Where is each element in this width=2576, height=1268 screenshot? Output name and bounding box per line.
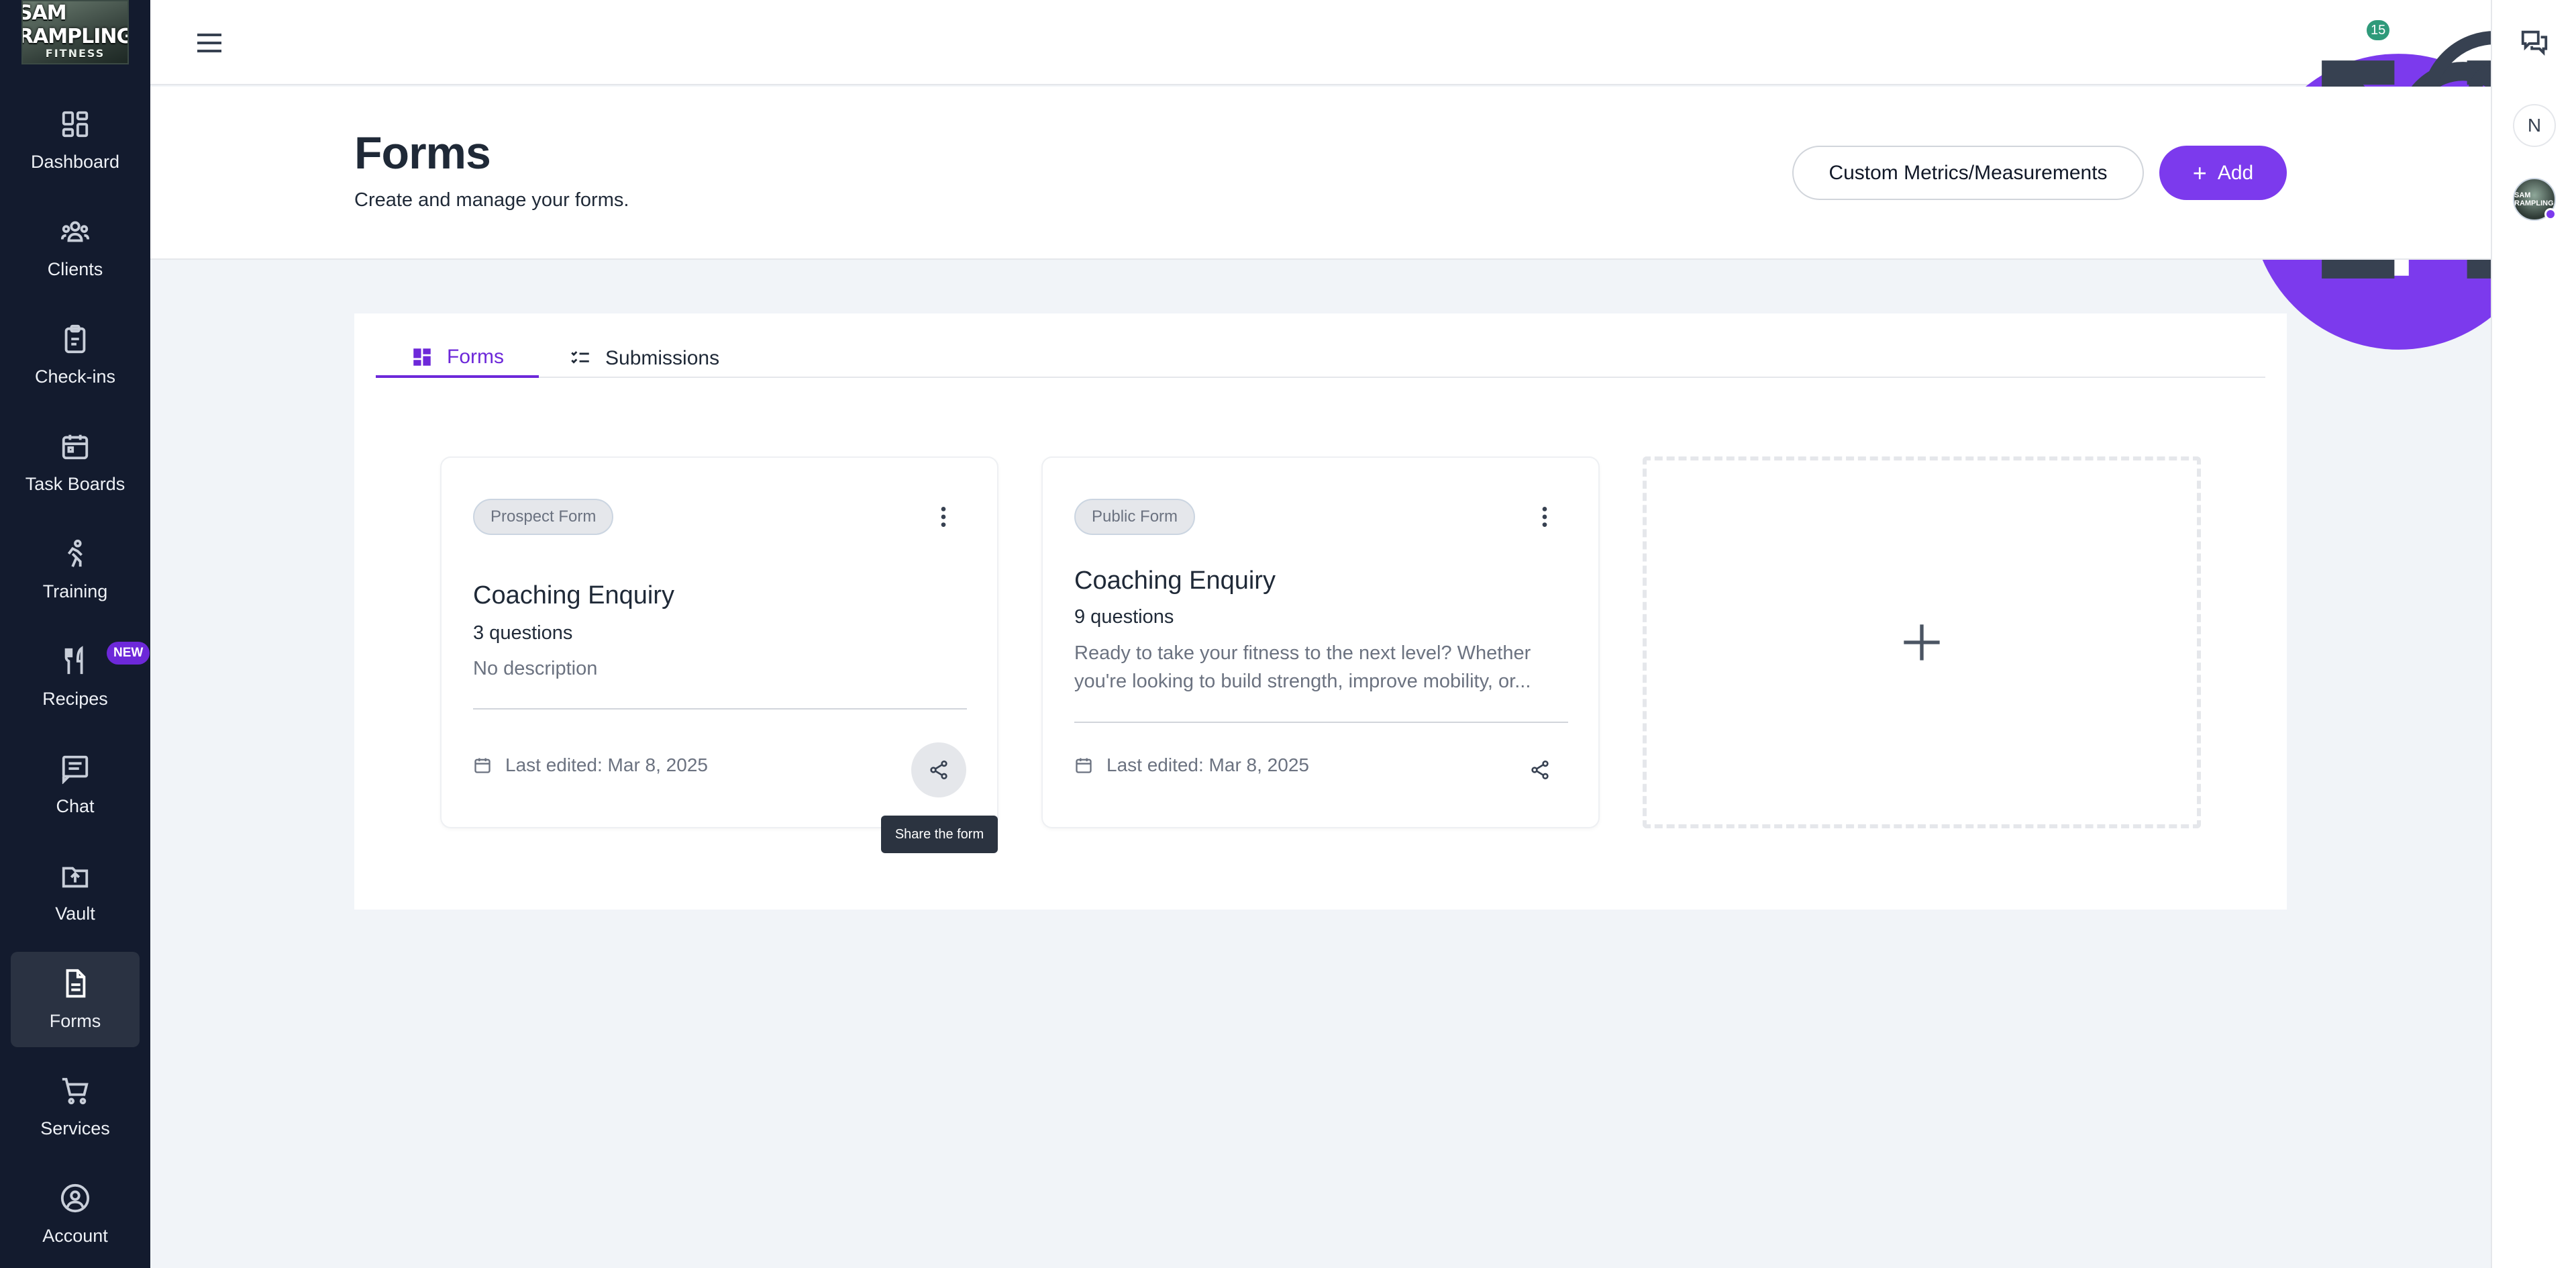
form-last-edited: Last edited: Mar 8, 2025 — [1074, 754, 1309, 776]
forms-panel: Forms Submissions Prospect Form Coaching… — [354, 313, 2287, 910]
more-options-icon[interactable] — [930, 503, 957, 530]
form-type-badge: Prospect Form — [473, 499, 614, 535]
form-title: Coaching Enquiry — [473, 581, 674, 609]
sidebar-item-dashboard[interactable]: Dashboard — [11, 93, 140, 188]
more-options-icon[interactable] — [1531, 503, 1558, 530]
logo-subtext: FITNESS — [45, 47, 105, 60]
form-title: Coaching Enquiry — [1074, 567, 1276, 595]
notification-count-badge: 15 — [2365, 19, 2391, 42]
share-icon — [1531, 761, 1549, 779]
sidebar-item-clients[interactable]: Clients — [11, 200, 140, 295]
sidebar-item-chat[interactable]: Chat — [11, 737, 140, 832]
sidebar-item-services[interactable]: Services — [11, 1059, 140, 1155]
new-badge: NEW — [107, 642, 150, 665]
checklist-icon — [571, 351, 589, 364]
sidebar-item-label: Recipes — [42, 688, 108, 709]
custom-metrics-button[interactable]: Custom Metrics/Measurements — [1792, 146, 2144, 200]
calendar-edit-icon — [1076, 758, 1092, 773]
share-icon — [930, 761, 947, 779]
form-card[interactable]: Public Form Coaching Enquiry 9 questions… — [1041, 456, 1600, 828]
sidebar-item-label: Check-ins — [34, 366, 116, 387]
sidebar-item-training[interactable]: Training — [11, 522, 140, 618]
page-title: Forms — [354, 128, 491, 179]
clipboard-icon — [64, 324, 86, 353]
logo-text: SAM RAMPLING — [21, 1, 129, 48]
online-status-dot — [2544, 208, 2557, 220]
add-button-label: Add — [2217, 161, 2254, 184]
hamburger-menu-icon[interactable] — [193, 27, 225, 59]
form-question-count: 9 questions — [1074, 606, 1174, 628]
sidebar-item-label: Training — [42, 581, 108, 601]
tab-bar: Forms Submissions — [376, 339, 2265, 378]
calendar-edit-icon — [474, 758, 491, 773]
sidebar: SAM RAMPLING FITNESS ● ● ● ● Dashboard C… — [0, 0, 150, 1268]
last-edited-text: Last edited: Mar 8, 2025 — [505, 754, 708, 775]
page-header: Forms Create and manage your forms. Cust… — [150, 87, 2491, 260]
plus-icon — [1904, 624, 1940, 661]
sidebar-item-label: Forms — [49, 1010, 101, 1031]
app-logo[interactable]: SAM RAMPLING FITNESS ● ● ● ● — [21, 0, 129, 64]
tab-forms-label: Forms — [447, 346, 504, 368]
sidebar-item-label: Services — [40, 1118, 110, 1138]
sidebar-item-label: Account — [42, 1225, 108, 1246]
sidebar-item-label: Dashboard — [30, 151, 120, 172]
message-icon — [62, 755, 89, 784]
sidebar-item-forms[interactable]: Forms — [11, 952, 140, 1047]
folder-upload-icon — [62, 867, 89, 887]
sidebar-item-recipes[interactable]: Recipes NEW — [11, 630, 150, 725]
sidebar-item-vault[interactable]: Vault — [11, 844, 140, 940]
grid-layout-icon — [413, 348, 431, 366]
form-last-edited: Last edited: Mar 8, 2025 — [473, 754, 708, 776]
share-button[interactable] — [911, 742, 966, 797]
card-divider — [1074, 722, 1568, 723]
tab-submissions[interactable]: Submissions — [534, 339, 754, 378]
form-description: Ready to take your fitness to the next l… — [1074, 642, 1531, 692]
sidebar-item-check-ins[interactable]: Check-ins — [11, 307, 140, 403]
sidebar-item-account[interactable]: Account — [11, 1167, 140, 1262]
utensils-icon — [64, 645, 83, 674]
chat-bubbles-icon[interactable] — [2519, 27, 2550, 58]
sidebar-item-label: Chat — [56, 795, 95, 816]
last-edited-text: Last edited: Mar 8, 2025 — [1106, 754, 1309, 775]
tab-submissions-label: Submissions — [605, 347, 720, 369]
right-rail: N SAM RAMPLING — [2491, 0, 2576, 1268]
share-button[interactable] — [1512, 742, 1567, 797]
form-question-count: 3 questions — [473, 622, 573, 644]
form-type-badge: Public Form — [1074, 499, 1196, 535]
card-divider — [473, 708, 967, 710]
plus-icon: + — [2192, 158, 2207, 187]
document-icon — [66, 969, 86, 997]
sidebar-item-task-boards[interactable]: Task Boards — [11, 415, 140, 510]
sidebar-item-label: Vault — [55, 903, 95, 924]
dashboard-icon — [62, 111, 89, 137]
cart-icon — [62, 1077, 89, 1104]
calendar-icon — [62, 434, 89, 459]
share-tooltip: Share the form — [881, 816, 998, 853]
tab-forms[interactable]: Forms — [376, 339, 539, 378]
users-icon — [60, 221, 90, 242]
running-icon — [67, 539, 83, 567]
add-button[interactable]: + Add — [2159, 146, 2287, 200]
page-subtitle: Create and manage your forms. — [354, 189, 629, 211]
sidebar-item-label: Task Boards — [25, 473, 125, 494]
form-description: No description — [473, 658, 598, 679]
add-form-card[interactable] — [1643, 456, 2201, 828]
sidebar-item-label: Clients — [47, 258, 103, 279]
account-icon — [60, 1183, 90, 1212]
form-card[interactable]: Prospect Form Coaching Enquiry 3 questio… — [440, 456, 998, 828]
top-bar — [150, 0, 2491, 85]
contact-avatar-n[interactable]: N — [2513, 104, 2556, 147]
